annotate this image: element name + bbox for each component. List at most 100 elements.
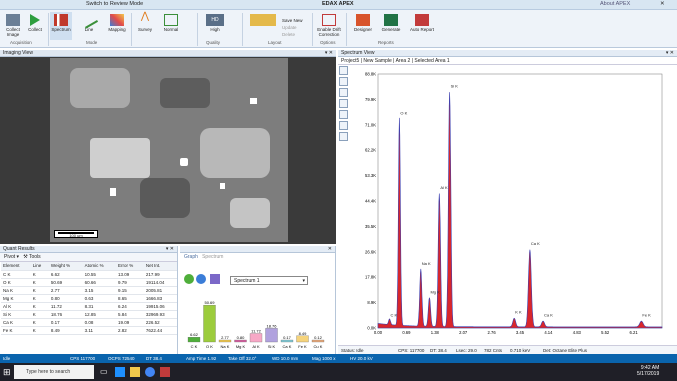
taskbar: ⊞ Type here to search ▭ 9:42 AM 5/17/2019 — [0, 363, 677, 381]
close-panel-icon[interactable]: ▾ ✕ — [166, 246, 174, 253]
pie-chart-icon[interactable] — [184, 274, 194, 284]
column-header[interactable]: Error % — [115, 262, 144, 271]
auto-report-button[interactable]: Auto Report — [410, 12, 434, 40]
windows-icon[interactable]: ⊞ — [3, 367, 11, 378]
table-row[interactable]: Al K K 11.72 8.31 6.24 19915.06 — [1, 302, 177, 311]
spectrum-path: Project5 | New Sample | Area 2 | Selecte… — [338, 57, 677, 65]
column-header[interactable]: Atomic % — [82, 262, 116, 271]
table-cell: 12.85 — [82, 310, 116, 319]
delete-button[interactable]: Delete — [282, 31, 303, 38]
column-header[interactable]: Net Int. — [143, 262, 177, 271]
pivot-button[interactable]: Pivot — [4, 254, 15, 260]
zoom-in-icon[interactable] — [339, 77, 348, 86]
apex-app-icon[interactable] — [160, 367, 170, 377]
update-button[interactable]: Update — [282, 24, 303, 31]
survey-button[interactable]: ⋀ Survey — [134, 12, 156, 40]
table-cell: 11.72 — [48, 302, 83, 311]
close-panel-icon[interactable]: ✕ — [328, 246, 332, 253]
label-icon[interactable] — [339, 110, 348, 119]
peak-label: C K — [391, 312, 398, 317]
drift-correction-button[interactable]: Enable Drift Correction — [316, 12, 342, 40]
table-row[interactable]: Ca K K 0.17 0.08 19.09 226.52 — [1, 318, 177, 327]
table-row[interactable]: Mg K K 0.80 0.63 8.65 1666.83 — [1, 294, 177, 303]
bar[interactable] — [187, 337, 201, 343]
table-row[interactable]: Si K K 18.76 12.85 5.84 32969.93 — [1, 310, 177, 319]
spectrum-chart[interactable]: 0.0K8.9K17.8K26.6K35.5K44.4K53.3K62.2K71… — [350, 68, 674, 344]
bar[interactable] — [234, 339, 247, 343]
chart-type-icon[interactable] — [196, 274, 206, 284]
column-header[interactable]: Element — [1, 262, 31, 271]
pan-icon[interactable] — [339, 99, 348, 108]
scale-bar: 100 um — [54, 230, 98, 238]
tab-graph[interactable]: Graph — [184, 254, 198, 260]
bar-chart-icon[interactable] — [210, 274, 220, 284]
bar[interactable] — [296, 335, 309, 343]
bar[interactable] — [265, 328, 278, 343]
tools-button[interactable]: Tools — [29, 254, 41, 260]
spectrum-mode-button[interactable]: Spectrum — [50, 12, 72, 40]
overlay-icon[interactable] — [339, 121, 348, 130]
tab-spectrum[interactable]: Spectrum — [202, 254, 223, 260]
chrome-icon[interactable] — [145, 367, 155, 377]
x-tick-label: 0.00 — [374, 330, 383, 335]
task-view-icon[interactable]: ▭ — [100, 367, 108, 376]
frame-icon — [164, 14, 178, 26]
table-row[interactable]: C K K 6.62 10.55 13.09 217.99 — [1, 270, 177, 279]
table-cell: 18.76 — [48, 310, 83, 319]
graph-panel: ✕ Graph Spectrum Spectrum 1 ▾ 6.62 C K 50.6… — [180, 246, 336, 354]
drift-icon — [322, 14, 336, 26]
bar-category-label: Cu K — [314, 344, 323, 349]
group-reports: Reports — [378, 40, 394, 45]
peak-label: K K — [515, 309, 522, 314]
bar[interactable] — [203, 304, 216, 343]
table-row[interactable]: O K K 50.69 60.66 9.79 19114.04 — [1, 278, 177, 287]
bar[interactable] — [311, 339, 325, 343]
bar[interactable] — [249, 333, 263, 343]
bar-value-label: 0.80 — [237, 335, 246, 340]
x-tick-label: 0.69 — [402, 330, 411, 335]
review-mode-link[interactable]: Switch to Review Mode — [86, 1, 143, 7]
layout-button[interactable] — [246, 12, 280, 40]
column-header[interactable]: Line — [30, 262, 49, 271]
map-icon — [110, 14, 124, 26]
settings-icon[interactable] — [339, 132, 348, 141]
table-row[interactable]: Na K K 2.77 3.15 9.15 2005.81 — [1, 286, 177, 295]
camera-icon — [6, 14, 20, 26]
generate-button[interactable]: Generate — [378, 12, 404, 40]
high-quality-button[interactable]: HD High — [200, 12, 230, 40]
save-new-button[interactable]: Save New — [282, 17, 303, 24]
mapping-mode-button[interactable]: Mapping — [106, 12, 128, 40]
play-icon — [30, 14, 40, 26]
table-cell: 10.55 — [82, 270, 116, 279]
grain-region — [140, 178, 190, 218]
normal-quality-button[interactable]: Normal — [158, 12, 184, 40]
edge-icon[interactable] — [115, 367, 125, 377]
peak-label: Mg K — [430, 289, 440, 294]
group-mode: Mode — [86, 40, 98, 45]
zoom-fit-icon[interactable] — [339, 66, 348, 75]
close-panel-icon[interactable]: ▾ ✕ — [325, 50, 333, 57]
bar-value-label: 0.17 — [283, 335, 292, 340]
close-icon[interactable]: ✕ — [660, 1, 665, 7]
search-input[interactable]: Type here to search — [14, 365, 94, 379]
column-header[interactable]: Weight % — [48, 262, 83, 271]
spectrum-view-panel: Spectrum View ▾ ✕ Project5 | New Sample |… — [338, 50, 677, 354]
table-cell: Na K — [1, 286, 31, 295]
table-cell: 6.62 — [48, 270, 83, 279]
spectrum-select[interactable]: Spectrum 1 ▾ — [230, 276, 308, 285]
sem-image[interactable]: 100 um — [50, 58, 288, 242]
designer-button[interactable]: Designer — [350, 12, 376, 40]
collect-image-button[interactable]: Collect Image — [2, 12, 24, 40]
close-panel-icon[interactable]: ▾ ✕ — [666, 50, 674, 57]
bar[interactable] — [280, 339, 294, 343]
bar-category-label: C K — [191, 344, 198, 349]
zoom-out-icon[interactable] — [339, 88, 348, 97]
about-link[interactable]: About APEX — [600, 1, 630, 7]
table-cell: 13.09 — [115, 270, 144, 279]
folder-icon[interactable] — [130, 367, 140, 377]
bar[interactable] — [218, 339, 232, 343]
line-mode-button[interactable]: Line — [78, 11, 100, 40]
table-row[interactable]: Fe K K 8.49 3.11 2.82 7622.44 — [1, 326, 177, 335]
collect-button[interactable]: Collect — [24, 12, 46, 40]
x-tick-label: 4.83 — [573, 330, 582, 335]
